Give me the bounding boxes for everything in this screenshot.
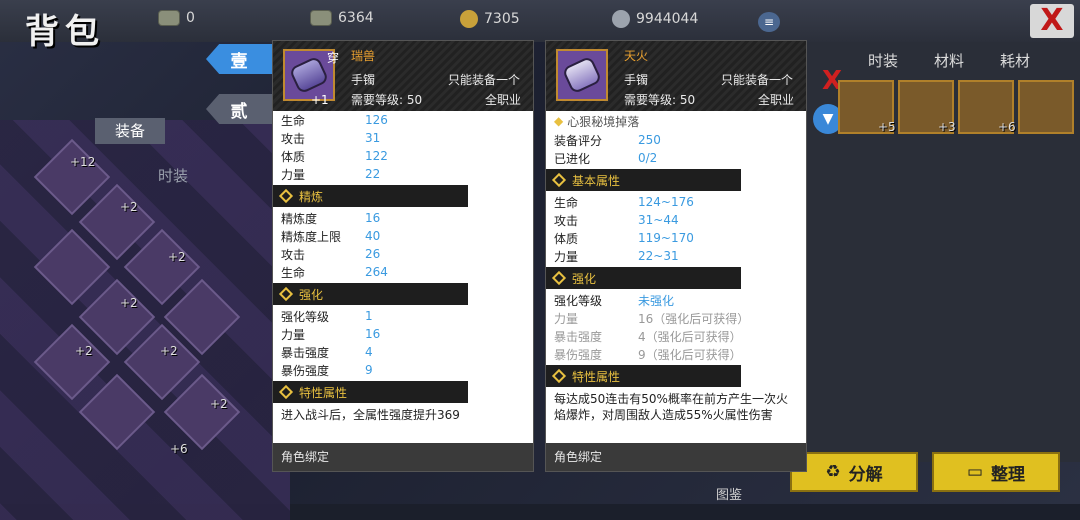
slot-badge: +3 [938,120,956,134]
section-header-enhance: 强化 [273,283,533,305]
stat-row: 力量 16（强化后可获得） [554,311,750,326]
diamond-icon [551,270,567,286]
tab-page-1[interactable]: 壹 [206,44,272,74]
slot-badge: +2 [120,200,138,214]
card-body: ◆ 心狠秘境掉落 装备评分 250 已进化 0/2 基本属性 生命 124~176 攻击… [546,111,806,473]
menu-icon[interactable]: ≡ [758,12,780,32]
stat-row: 暴伤强度 9 [281,363,373,378]
item-limit: 只能装备一个 [448,73,521,87]
stat-row: 暴伤强度 9（强化后可获得） [554,347,742,362]
item-level-badge: +1 [311,93,329,107]
bind-status: 角色绑定 [273,443,533,471]
stat-row: 攻击 31~44 [554,213,679,228]
bind-status: 角色绑定 [546,443,806,471]
diamond-icon [278,384,294,400]
stat-row: 装备评分 250 [554,133,661,148]
stat-row: 力量 22 [281,167,381,182]
material-slot[interactable] [1018,80,1074,134]
diamond-icon [551,172,567,188]
resource-4: 9944044 [612,10,698,28]
organize-button[interactable]: ▭ 整理 [932,452,1060,492]
trait-description: 每达成50连击有50%概率在前方产生一次火焰爆炸，对周围敌人造成55%火属性伤害 [554,392,788,422]
stat-row: 力量 22~31 [554,249,679,264]
tab-consumables[interactable]: 耗材 [982,50,1048,71]
gold-coin-icon [460,10,478,28]
slot-badge: +2 [210,397,228,411]
item-type: 手镯 [624,73,649,87]
ticket-icon [158,10,180,26]
profession: 全职业 [485,93,522,107]
stat-row: 生命 124~176 [554,195,694,210]
tab-materials[interactable]: 材料 [916,50,982,71]
stat-row: 体质 122 [281,149,388,164]
stat-row: 生命 126 [281,113,388,128]
tab-fashion[interactable]: 时装 [138,163,208,189]
stat-row: 强化等级 1 [281,309,373,324]
trait-description: 进入战斗后，全属性强度提升369 [281,408,460,422]
slot-badge: +12 [70,155,96,169]
section-header-trait: 特性属性 [273,381,533,403]
tab-equipment[interactable]: 装备 [95,118,165,144]
stat-row: 生命 264 [281,265,388,280]
required-level: 需要等级: 50 [351,93,423,107]
card-header: 天火 手镯 只能装备一个 需要等级: 50 全职业 [546,41,806,111]
item-name: 瑞兽 [351,49,376,63]
slot-badge: +2 [160,344,178,358]
section-header-base: 基本属性 [546,169,806,191]
recycle-icon: ♻ [825,462,841,482]
silver-coin-icon [612,10,630,28]
stat-row: 强化等级 未强化 [554,293,675,308]
equipped-item-card: 穿 瑞兽 手镯 只能装备一个 需要等级: 50 全职业 +1 生命 126 攻击 3… [272,40,534,472]
page-title: 背包 [25,12,105,52]
stat-row: 体质 119~170 [554,231,694,246]
diamond-icon [551,368,567,384]
stat-row: 精炼度上限 40 [281,229,381,244]
equipped-tag: 穿 [327,51,340,65]
stat-row: 暴击强度 4 [281,345,373,360]
stat-row: 攻击 31 [281,131,381,146]
drop-source: ◆ 心狠秘境掉落 [554,114,640,129]
slot-badge: +6 [998,120,1016,134]
slot-badge: +6 [170,442,188,456]
top-bar: 背包 0 6364 7305 9944044 ≡ X [0,0,1080,52]
card-header: 穿 瑞兽 手镯 只能装备一个 需要等级: 50 全职业 +1 [273,41,533,111]
gem-icon: ◆ [554,114,564,128]
tab-fashion-right[interactable]: 时装 [850,50,916,71]
right-tabs: 时装 材料 耗材 [850,50,1048,71]
stat-row: 力量 16 [281,327,381,342]
section-header-refine: 精炼 [273,185,533,207]
stat-row: 已进化 0/2 [554,151,658,166]
cash-icon [310,10,332,26]
diamond-icon [278,286,294,302]
item-limit: 只能装备一个 [721,73,794,87]
item-name: 天火 [624,49,649,63]
required-level: 需要等级: 50 [624,93,696,107]
profession: 全职业 [758,93,795,107]
tray-icon: ▭ [966,462,984,482]
close-button[interactable]: X [1030,4,1074,38]
slot-badge: +2 [168,250,186,264]
slot-badge: +2 [120,296,138,310]
slot-badge: +5 [878,120,896,134]
stat-row: 攻击 26 [281,247,381,262]
codex-link[interactable]: 图鉴 [716,484,742,503]
stat-row: 暴击强度 4（强化后可获得） [554,329,742,344]
item-type: 手镯 [351,73,376,87]
resource-2: 6364 [310,10,374,26]
section-header-trait: 特性属性 [546,365,806,387]
resource-3: 7305 [460,10,520,28]
decompose-button[interactable]: ♻ 分解 [790,452,918,492]
compare-item-card: 天火 手镯 只能装备一个 需要等级: 50 全职业 ◆ 心狠秘境掉落 装备评分 25… [545,40,807,472]
diamond-icon [278,188,294,204]
bracelet-icon [556,49,608,101]
section-header-enhance: 强化 [546,267,806,289]
resource-1: 0 [158,10,195,26]
tab-page-2[interactable]: 贰 [206,94,272,124]
slot-badge: +2 [75,344,93,358]
card-body: 生命 126 攻击 31 体质 122 力量 22 精炼 精炼度 16 精炼度上限 40 攻… [273,111,533,473]
stat-row: 精炼度 16 [281,211,381,226]
